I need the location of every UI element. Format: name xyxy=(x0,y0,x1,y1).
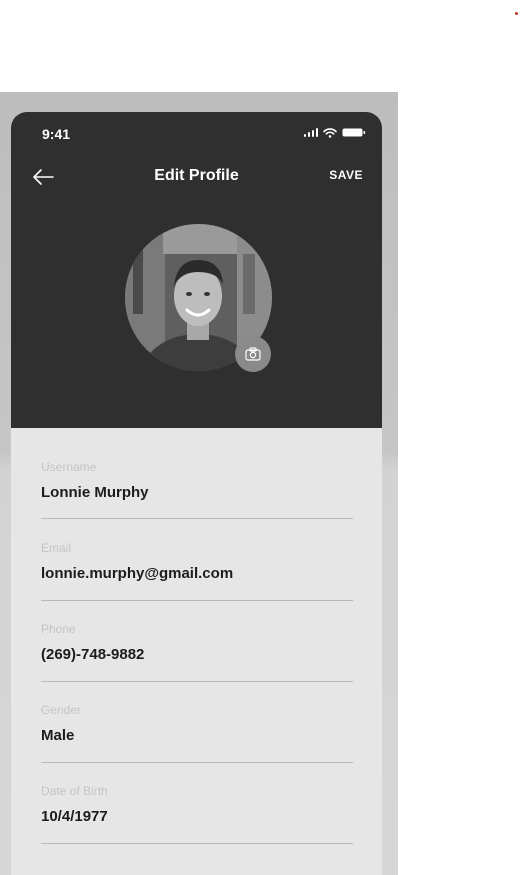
save-button[interactable]: SAVE xyxy=(329,168,363,182)
field-value[interactable]: Male xyxy=(41,727,74,744)
battery-icon xyxy=(342,127,366,138)
gender-field[interactable]: Gender Male xyxy=(41,671,353,763)
camera-icon xyxy=(245,347,261,361)
field-label: Email xyxy=(41,541,72,555)
profile-header: 9:41 Edit Profile SAVE xyxy=(11,112,382,428)
field-value[interactable]: Lonnie Murphy xyxy=(41,484,149,501)
phone-screen: 9:41 Edit Profile SAVE Username Lonnie M… xyxy=(11,112,382,875)
field-value[interactable]: 10/4/1977 xyxy=(41,808,108,825)
field-value[interactable]: (269)-748-9882 xyxy=(41,646,144,663)
wifi-icon xyxy=(323,127,337,138)
field-label: Gender xyxy=(41,703,82,717)
navigation-bar: Edit Profile SAVE xyxy=(11,160,382,194)
username-field[interactable]: Username Lonnie Murphy xyxy=(41,428,353,519)
field-divider xyxy=(41,843,353,844)
field-label: Phone xyxy=(41,622,76,636)
status-icons xyxy=(304,126,366,138)
email-field[interactable]: Email lonnie.murphy@gmail.com xyxy=(41,509,353,601)
status-time: 9:41 xyxy=(42,126,71,142)
date-of-birth-field[interactable]: Date of Birth 10/4/1977 xyxy=(41,752,353,844)
field-label: Date of Birth xyxy=(41,784,108,798)
phone-field[interactable]: Phone (269)-748-9882 xyxy=(41,590,353,682)
profile-form: Username Lonnie Murphy Email lonnie.murp… xyxy=(41,428,353,844)
decorative-dot xyxy=(515,12,518,15)
change-photo-button[interactable] xyxy=(235,336,271,372)
field-label: Username xyxy=(41,460,97,474)
signal-icon xyxy=(304,127,318,137)
page-title: Edit Profile xyxy=(154,167,239,184)
field-value[interactable]: lonnie.murphy@gmail.com xyxy=(41,565,233,582)
